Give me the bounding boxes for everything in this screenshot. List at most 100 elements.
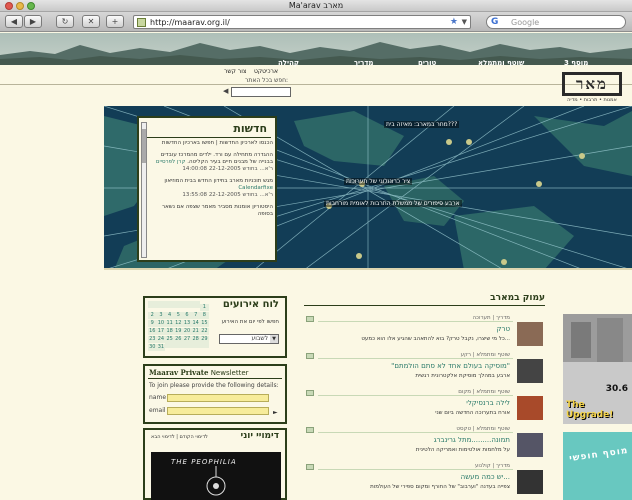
news-item-link[interactable]: Calendarfixe bbox=[238, 185, 273, 191]
feed-item[interactable]: שוטף ומתמלא | רקע "מוסיקה בעולם אחד לא סת… bbox=[304, 351, 545, 389]
contact-link[interactable]: צור קשר bbox=[224, 68, 246, 75]
feed-item-icon bbox=[306, 316, 314, 322]
calendar-day[interactable]: 31 bbox=[156, 344, 166, 351]
url-text: http://maarav.org.il/ bbox=[150, 18, 230, 27]
feed-item-thumbnail[interactable] bbox=[517, 322, 543, 346]
yoni-nav-links[interactable]: לדימוי הקודם | לדימוי הבא bbox=[151, 434, 208, 440]
feed-item-summary: ארבע במהלך מוסיקת אלקטרונית רגשית bbox=[415, 373, 510, 379]
upgrade-title: The Upgrade! bbox=[566, 400, 614, 420]
upgrade-promo[interactable]: 30.6 The Upgrade! bbox=[563, 314, 632, 424]
calendar-week-row: 2345678 bbox=[148, 309, 210, 319]
site-search-input[interactable] bbox=[231, 87, 291, 97]
calendar-day[interactable]: 30 bbox=[148, 344, 157, 351]
add-bookmark-button[interactable]: + bbox=[106, 15, 124, 28]
events-calendar-box: לוח אירועים 1 2 3 4 5 6 7 8 9 10 11 12 13 14 15 16 17 18 1… bbox=[143, 296, 287, 358]
calendar-week-row: 1 bbox=[148, 301, 210, 311]
yoni-image-caption: THE PEOPHILIA bbox=[171, 458, 237, 466]
calendar-day bbox=[200, 341, 209, 348]
email-field[interactable] bbox=[167, 407, 269, 415]
news-item[interactable]: היסטוריון אומנות מסביר מאמר שצפה אם נשאר… bbox=[150, 204, 273, 218]
stop-button[interactable]: ✕ bbox=[82, 15, 100, 28]
chevron-down-icon[interactable]: ▼ bbox=[270, 335, 278, 343]
logo-mark: מאר bbox=[562, 72, 622, 96]
feed-item[interactable]: שוטף ומתמלא | מקום לילה ברנסיקלי אורח בתער… bbox=[304, 388, 545, 426]
upgrade-number: 30.6 bbox=[605, 384, 628, 394]
calendar-day bbox=[165, 341, 174, 348]
feed-item-rule bbox=[318, 395, 513, 396]
feed-item-meta: שוטף ומתמלא | רקע bbox=[460, 352, 510, 358]
supplement-promo[interactable]: מוסף חופשי bbox=[563, 432, 632, 500]
feed-item-rule bbox=[318, 321, 513, 322]
forward-button[interactable]: ▶ bbox=[24, 15, 42, 28]
news-divider bbox=[143, 137, 271, 138]
news-item[interactable]: ההגדרה מתחילה עם ורד. ילדים מהמרכז עובדי… bbox=[150, 152, 273, 173]
news-item-date: ר'א... בחודש 22-12-2005 13:55:08 bbox=[182, 192, 273, 198]
feed-item[interactable]: מדריך | קולנוע יש כמה מעשה... צפייה בעדנה … bbox=[304, 462, 545, 500]
reload-button[interactable]: ↻ bbox=[56, 15, 74, 28]
news-item-link[interactable]: קרן לפרסיים bbox=[156, 159, 186, 165]
back-button[interactable]: ◀ bbox=[5, 15, 23, 28]
calendar-week-row: 9 10 11 12 13 14 15 bbox=[148, 317, 210, 327]
feed-item-icon bbox=[306, 464, 314, 470]
yoni-image[interactable]: THE PEOPHILIA bbox=[151, 452, 281, 500]
feed-item-thumbnail[interactable] bbox=[517, 396, 543, 420]
feed-item-headline[interactable]: "מוסיקה בעולם אחד לא סתם הולמתם" bbox=[318, 362, 510, 370]
feed-item[interactable]: שוטף ומתמלא | טקסט תמונה.........מתל גרינ… bbox=[304, 425, 545, 463]
feed-item-thumbnail[interactable] bbox=[517, 359, 543, 383]
news-scrollbar[interactable] bbox=[141, 122, 147, 258]
name-field[interactable] bbox=[167, 394, 269, 402]
feed-item-headline[interactable]: טרק bbox=[318, 325, 510, 333]
feed-item-meta: מדריך | קולנוע bbox=[474, 463, 510, 469]
logo-subtitle: אמנות • תרבות • מדיה bbox=[567, 97, 617, 103]
events-subtitle: חפשו לפי יום את האירוע bbox=[221, 319, 279, 325]
feed-item-headline[interactable]: תמונה.........מתל גרינברג bbox=[318, 436, 510, 444]
site-search-go-icon[interactable]: ◀ bbox=[223, 87, 228, 95]
bookmark-star-icon[interactable]: ★ bbox=[450, 17, 458, 27]
news-title: חדשות bbox=[233, 122, 267, 135]
calendar-day bbox=[191, 301, 200, 308]
feed-item-summary: כל מי שיצרו, נקבל טרק? בוא להתאהב שהגיע … bbox=[361, 336, 510, 342]
feed-item[interactable]: מדריך | תערוכה טרק כל מי שיצרו, נקבל טרק? … bbox=[304, 314, 545, 352]
feed-divider bbox=[304, 305, 545, 306]
newsletter-submit-button[interactable]: ► bbox=[273, 409, 278, 416]
supplement-promo-text: מוסף חופשי bbox=[568, 445, 629, 465]
feed-item-headline[interactable]: יש כמה מעשה... bbox=[318, 473, 510, 481]
map-tag-2[interactable]: ציר כרונולוגי של תערוכות bbox=[344, 178, 413, 185]
browser-toolbar: ◀ ▶ ↻ ✕ + http://maarav.org.il/ ★ ▼ G Go… bbox=[0, 12, 632, 32]
archive-link[interactable]: ארכיטקט bbox=[254, 68, 278, 75]
main-nav: מוסף 3 שוטף ומתמלא טורים מדריך קהילה bbox=[0, 49, 632, 67]
site-logo[interactable]: מאר אמנות • תרבות • מדיה bbox=[562, 72, 622, 106]
history-dropdown-icon[interactable]: ▼ bbox=[462, 18, 467, 26]
window-title: Ma'arav מארב bbox=[288, 1, 344, 10]
yoni-images-box: לדימוי הקודם | לדימוי הבא דימויי יוני TH… bbox=[143, 428, 287, 500]
calendar-day bbox=[148, 301, 157, 308]
site-search-label: חפש בכל האתר: bbox=[245, 77, 289, 84]
calendar-week-row: 23 24 25 26 27 28 29 bbox=[148, 333, 210, 343]
news-panel: חדשות הכנסו לארכיון החדשות | חפשו בארכיו… bbox=[137, 116, 277, 262]
calendar-day bbox=[182, 301, 192, 308]
site-favicon-icon bbox=[137, 18, 146, 27]
search-input[interactable]: G Google bbox=[486, 15, 626, 29]
yoni-title: דימויי יוני bbox=[240, 431, 279, 441]
news-item[interactable]: מגש תוכניות מארב בחידון החדש בבית המוזיא… bbox=[150, 178, 273, 199]
news-item-date: ר'א... בחודש 22-12-2005 14:00:08 bbox=[182, 166, 273, 172]
utility-bar: צור קשר ארכיטקט bbox=[0, 65, 632, 85]
news-item[interactable]: הכנסו לארכיון החדשות | חפשו בארכיון החדש… bbox=[150, 140, 273, 147]
map-tag-1[interactable]: מחר במארב: מאיזה בית??? bbox=[384, 121, 460, 128]
newsletter-divider bbox=[148, 378, 282, 379]
feed-item-thumbnail[interactable] bbox=[517, 470, 543, 494]
google-search-icon[interactable]: G bbox=[491, 17, 498, 27]
map-tag-3[interactable]: ארבע סיפורים של ממשלת התרבות לאומית מורח… bbox=[324, 200, 462, 207]
feed-item-icon bbox=[306, 353, 314, 359]
news-item-text: הכנסו לארכיון החדשות | חפשו בארכיון החדש… bbox=[161, 140, 273, 146]
news-scroll-thumb[interactable] bbox=[142, 129, 146, 163]
feed-item-headline[interactable]: לילה ברנסיקלי bbox=[318, 399, 510, 407]
window-titlebar: Ma'arav מארב bbox=[0, 0, 632, 12]
feed-item-thumbnail[interactable] bbox=[517, 433, 543, 457]
address-bar[interactable]: http://maarav.org.il/ ★ ▼ bbox=[133, 15, 471, 29]
newsletter-brand: Maarav Private bbox=[149, 368, 209, 377]
news-list: הכנסו לארכיון החדשות | חפשו בארכיון החדש… bbox=[150, 140, 273, 258]
calendar-week-row: 16 17 18 19 20 21 22 bbox=[148, 325, 210, 335]
feed-item-icon bbox=[306, 427, 314, 433]
calendar-day bbox=[174, 301, 183, 308]
